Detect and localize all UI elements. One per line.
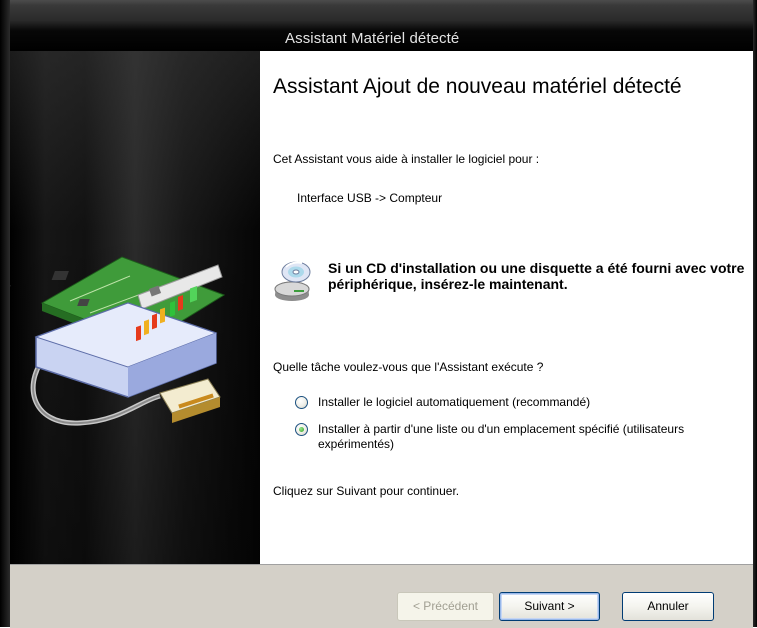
back-button[interactable]: < Précédent (397, 592, 494, 621)
radio-button-unchecked[interactable] (295, 396, 308, 409)
radio-selected-dot (299, 427, 304, 432)
task-question: Quelle tâche voulez-vous que l'Assistant… (273, 360, 544, 374)
wizard-content: Assistant Ajout de nouveau matériel déte… (260, 51, 753, 564)
window-frame-left (0, 0, 10, 627)
continue-instruction: Cliquez sur Suivant pour continuer. (273, 484, 460, 498)
radio-button-checked[interactable] (295, 423, 308, 436)
cancel-button[interactable]: Annuler (622, 592, 714, 621)
intro-text: Cet Assistant vous aide à installer le l… (273, 152, 540, 166)
window-title: Assistant Matériel détecté (285, 30, 460, 47)
wizard-banner (10, 51, 260, 564)
option-label: Installer le logiciel automatiquement (r… (318, 395, 591, 409)
option-label: Installer à partir d'une liste ou d'un e… (318, 422, 685, 451)
install-media-notice: Si un CD d'installation ou une disquette… (328, 260, 745, 292)
device-name: Interface USB -> Compteur (297, 191, 443, 205)
next-button[interactable]: Suivant > (499, 592, 600, 621)
title-bar[interactable]: Assistant Matériel détecté (10, 0, 753, 51)
wizard-heading: Assistant Ajout de nouveau matériel déte… (273, 75, 682, 98)
button-bar: < Précédent Suivant > Annuler (10, 564, 753, 628)
window-frame-right (753, 0, 757, 627)
cd-drive-icon (274, 261, 311, 301)
hardware-device-icon (10, 256, 226, 426)
